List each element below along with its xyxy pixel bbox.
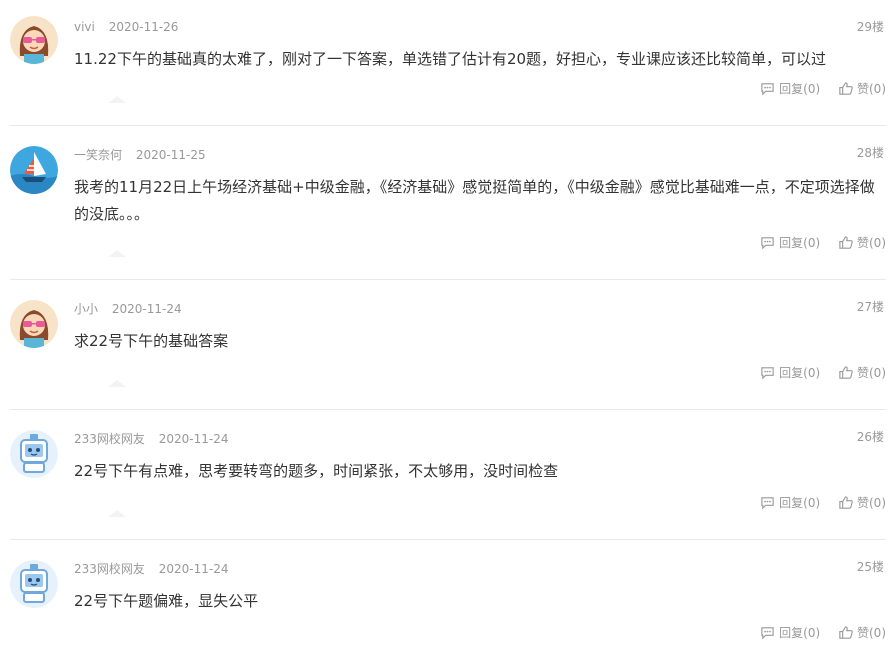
like-button[interactable]: 赞(0) — [838, 234, 886, 251]
comment-bubble-icon — [761, 83, 774, 96]
comment-actions: 回复(0) 赞(0) — [746, 494, 886, 513]
comment-meta: 233网校网友 2020-11-24 — [74, 560, 228, 577]
comment-text: 22号下午题偏难，显失公平 — [74, 592, 259, 610]
thumbs-up-icon — [839, 82, 853, 95]
reply-caret — [108, 510, 126, 517]
comment-bubble-icon — [761, 237, 774, 250]
like-button[interactable]: 赞(0) — [838, 80, 886, 97]
like-label: 赞(0) — [857, 366, 886, 380]
comment-username[interactable]: vivi — [74, 20, 95, 34]
comment-list: vivi 2020-11-26 29楼 11.22下午的基础真的太难了，刚对了一… — [0, 0, 896, 659]
comment-item: 一笑奈何 2020-11-25 28楼 我考的11月22日上午场经济基础+中级金… — [10, 126, 886, 280]
thumbs-up-icon — [839, 366, 853, 379]
comment-meta: 233网校网友 2020-11-24 — [74, 430, 228, 447]
comment-meta: vivi 2020-11-26 — [74, 20, 178, 34]
reply-caret — [108, 250, 126, 257]
reply-button[interactable]: 回复(0) — [760, 624, 820, 641]
comment-bubble-icon — [761, 367, 774, 380]
like-label: 赞(0) — [857, 496, 886, 510]
reply-button[interactable]: 回复(0) — [760, 234, 820, 251]
girl-avatar-icon[interactable] — [10, 300, 58, 348]
reply-label: 回复(0) — [779, 366, 821, 380]
comment-actions: 回复(0) 赞(0) — [746, 80, 886, 99]
thumbs-up-icon — [839, 626, 853, 639]
comment-username[interactable]: 一笑奈何 — [74, 148, 122, 162]
comment-text: 求22号下午的基础答案 — [74, 332, 229, 350]
reply-label: 回复(0) — [779, 236, 821, 250]
comment-username[interactable]: 小小 — [74, 302, 98, 316]
comment-username[interactable]: 233网校网友 — [74, 432, 145, 446]
comment-floor: 26楼 — [856, 430, 884, 444]
thumbs-up-icon — [839, 496, 853, 509]
comment-text: 11.22下午的基础真的太难了，刚对了一下答案，单选错了估计有20题，好担心，专… — [74, 50, 827, 68]
comment-actions: 回复(0) 赞(0) — [746, 234, 886, 253]
robot-avatar-icon[interactable] — [10, 560, 58, 608]
like-button[interactable]: 赞(0) — [838, 494, 886, 511]
reply-caret — [108, 380, 126, 387]
comment-meta: 小小 2020-11-24 — [74, 300, 182, 317]
robot-avatar-icon[interactable] — [10, 430, 58, 478]
reply-label: 回复(0) — [779, 496, 821, 510]
reply-label: 回复(0) — [779, 82, 821, 96]
like-button[interactable]: 赞(0) — [838, 624, 886, 641]
reply-button[interactable]: 回复(0) — [760, 364, 820, 381]
comment-item: 233网校网友 2020-11-24 25楼 22号下午题偏难，显失公平 回复(… — [10, 540, 886, 659]
comment-text: 22号下午有点难，思考要转弯的题多，时间紧张，不太够用，没时间检查 — [74, 462, 559, 480]
comment-date: 2020-11-25 — [135, 148, 206, 162]
comment-actions: 回复(0) 赞(0) — [746, 624, 886, 643]
reply-label: 回复(0) — [779, 626, 821, 640]
reply-button[interactable]: 回复(0) — [760, 494, 820, 511]
comment-item: 小小 2020-11-24 27楼 求22号下午的基础答案 回复(0) 赞(0) — [10, 280, 886, 410]
girl-avatar-icon[interactable] — [10, 16, 58, 64]
comment-floor: 28楼 — [856, 146, 884, 160]
comment-floor: 25楼 — [856, 560, 884, 574]
comment-username[interactable]: 233网校网友 — [74, 562, 145, 576]
comment-item: 233网校网友 2020-11-24 26楼 22号下午有点难，思考要转弯的题多… — [10, 410, 886, 540]
like-label: 赞(0) — [857, 626, 886, 640]
like-button[interactable]: 赞(0) — [838, 364, 886, 381]
comment-floor: 29楼 — [856, 20, 884, 34]
sailboat-avatar-icon[interactable] — [10, 146, 58, 194]
comment-text: 我考的11月22日上午场经济基础+中级金融，《经济基础》感觉挺简单的，《中级金融… — [74, 178, 875, 223]
reply-caret — [108, 96, 126, 103]
comment-item: vivi 2020-11-26 29楼 11.22下午的基础真的太难了，刚对了一… — [10, 0, 886, 126]
reply-button[interactable]: 回复(0) — [760, 80, 820, 97]
comment-actions: 回复(0) 赞(0) — [746, 364, 886, 383]
comment-meta: 一笑奈何 2020-11-25 — [74, 146, 206, 163]
thumbs-up-icon — [839, 236, 853, 249]
comment-floor: 27楼 — [856, 300, 884, 314]
comment-date: 2020-11-24 — [158, 562, 229, 576]
comment-bubble-icon — [761, 497, 774, 510]
comment-date: 2020-11-24 — [111, 302, 182, 316]
comment-date: 2020-11-26 — [108, 20, 179, 34]
like-label: 赞(0) — [857, 236, 886, 250]
comment-bubble-icon — [761, 627, 774, 640]
like-label: 赞(0) — [857, 82, 886, 96]
comment-date: 2020-11-24 — [158, 432, 229, 446]
